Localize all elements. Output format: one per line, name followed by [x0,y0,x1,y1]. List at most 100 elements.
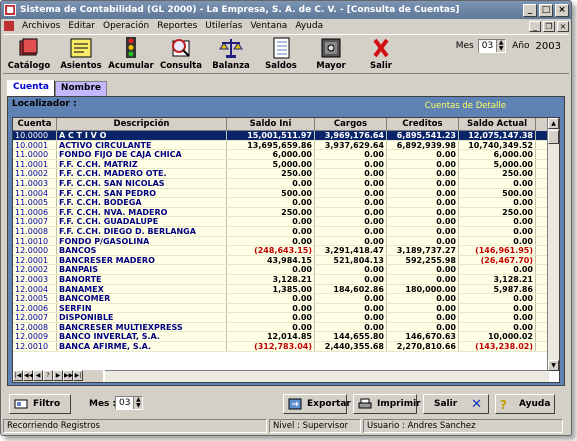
child-minimize-button[interactable]: _ [529,20,541,32]
document-icon [4,21,14,31]
imprimir-button[interactable]: Imprimir [353,394,421,414]
table-cell: A C T I V O [57,131,227,140]
table-row[interactable]: 12.0003 BANORTE 3,128.21 0.00 0.00 3,128.21 [13,274,549,285]
table-row[interactable]: 11.0006 F.F. C.CH. NVA. MADERO 250.00 0.00 0… [13,207,549,218]
table-cell: 0.00 [459,303,536,313]
filtro-button[interactable]: Filtro [9,394,71,414]
menu-editar[interactable]: Editar [64,21,99,31]
nav-prev-icon[interactable]: ◀ [33,370,43,381]
salir-button[interactable]: Salir ✕ [423,394,489,414]
nav-next-icon[interactable]: ▶ [53,370,63,381]
table-row[interactable]: 12.0001 BANCRESER MADERO 43,984.15 521,804.… [13,255,549,266]
table-cell: F.F. C.CH. BODEGA [57,198,227,207]
child-restore-button[interactable]: ❐ [543,20,555,32]
balanza-button[interactable]: Balanza [207,35,255,73]
table-cell: FONDO FIJO DE CAJA CHICA [57,150,227,159]
mayor-button[interactable]: Mayor [307,35,355,73]
menu-utilerias[interactable]: Utilerías [201,21,246,31]
consulta-button[interactable]: Consulta [157,35,205,73]
table-cell: 11.0006 [13,207,57,217]
accounts-panel: Localizador : Cuentas de Detalle Cuenta … [7,96,565,386]
table-row[interactable]: 11.0003 F.F. C.CH. SAN NICOLAS 0.00 0.00 0.0… [13,178,549,189]
nav-search-icon[interactable]: ? [43,370,53,381]
col-saldo-ini[interactable]: Saldo Ini [227,118,315,131]
minimize-button[interactable]: _ [523,3,537,17]
red-x-icon [369,37,393,59]
table-cell: 250.00 [227,169,315,178]
table-cell: 12.0005 [13,294,57,303]
menu-operacion[interactable]: Operación [99,21,153,31]
spin-arrows-icon[interactable]: ▲ ▼ [496,40,506,52]
nav-last-icon[interactable]: ▶| [73,370,83,381]
menu-archivos[interactable]: Archivos [18,21,64,31]
status-message: Recorriendo Registros [3,419,267,433]
maximize-button[interactable]: □ [539,3,553,17]
table-row[interactable]: 11.0001 F.F. C.CH. MATRIZ 5,000.00 0.00 0.00… [13,159,549,170]
tab-nombre[interactable]: Nombre [54,81,107,96]
close-button[interactable]: × [555,3,569,17]
col-saldo-actual[interactable]: Saldo Actual [459,118,536,131]
table-row[interactable]: 12.0004 BANAMEX 1,385.00 184,602.86 180,000.… [13,284,549,295]
table-cell: 3,128.21 [227,274,315,284]
table-row[interactable]: 12.0010 BANCA AFIRME, S.A. (312,783.04) 2,4… [13,342,549,352]
horizontal-scrollbar[interactable] [105,370,549,382]
scroll-down-icon[interactable]: ▼ [548,360,559,371]
ayuda-button[interactable]: ? Ayuda [495,394,555,414]
nav-prev-page-icon[interactable]: ◀◀ [23,370,33,381]
table-row[interactable]: 11.0004 F.F. C.CH. SAN PEDRO 500.00 0.00 0.0… [13,188,549,199]
scroll-thumb[interactable] [548,130,559,144]
table-row[interactable]: 12.0005 BANCOMER 0.00 0.00 0.00 0.00 [13,294,549,304]
table-row[interactable]: 11.0000 FONDO FIJO DE CAJA CHICA 6,000.00 0… [13,150,549,160]
nav-first-icon[interactable]: |◀ [13,370,23,381]
table-cell: 0.00 [459,178,536,188]
table-cell: 11.0008 [13,226,57,236]
table-row[interactable]: 12.0009 BANCO INVERLAT, S.A. 12,014.85 144,… [13,332,549,343]
table-row[interactable]: 11.0002 F.F. C.CH. MADERO OTE. 250.00 0.00 0… [13,169,549,179]
child-close-button[interactable]: × [557,20,569,32]
menu-ventana[interactable]: Ventana [246,21,291,31]
salir-toolbar-button[interactable]: Salir [357,35,405,73]
table-row[interactable]: 12.0000 BANCOS (248,643.15) 3,291,418.47 3,1… [13,246,549,256]
table-row[interactable]: 11.0005 F.F. C.CH. BODEGA 0.00 0.00 0.00 0.00 [13,198,549,208]
accounts-grid[interactable]: Cuenta Descripción Saldo Ini Cargos Cred… [12,117,560,383]
table-cell: 12.0004 [13,284,57,294]
vertical-scrollbar[interactable]: ▲ ▼ [547,118,559,371]
col-descripcion[interactable]: Descripción [57,118,227,131]
col-creditos[interactable]: Creditos [387,118,459,131]
mes-spinner[interactable]: 03 ▲ ▼ [477,39,507,53]
tab-cuenta[interactable]: Cuenta [7,80,55,96]
table-cell: 10.0000 [13,131,57,140]
nav-next-page-icon[interactable]: ▶▶ [63,370,73,381]
grid-header: Cuenta Descripción Saldo Ini Cargos Cred… [13,118,549,131]
col-cuenta[interactable]: Cuenta [13,118,57,131]
col-cargos[interactable]: Cargos [315,118,387,131]
table-row[interactable]: 10.0001 ACTIVO CIRCULANTE 13,695,659.86 3,9… [13,140,549,151]
table-row[interactable]: 11.0008 F.F. C.CH. DIEGO D. BERLANGA 0.00 0… [13,226,549,237]
table-cell: 1,385.00 [227,284,315,294]
acumular-button[interactable]: Acumular [107,35,155,73]
menu-ayuda[interactable]: Ayuda [291,21,327,31]
table-cell: 5,000.00 [459,159,536,169]
table-row[interactable]: 12.0008 BANCRESER MULTIEXPRESS 0.00 0.00 0.0… [13,322,549,333]
bottom-mes-spinner[interactable]: 03 ▲ ▼ [115,396,144,410]
table-row[interactable]: 12.0007 DISPONIBLE 0.00 0.00 0.00 0.00 [13,313,549,323]
table-cell: BANCO INVERLAT, S.A. [57,332,227,342]
exportar-button[interactable]: Exportar [283,394,351,414]
table-cell: 2,440,355.68 [315,342,387,351]
table-row[interactable]: 12.0002 BANPAIS 0.00 0.00 0.00 0.00 [13,265,549,275]
spin-arrows-icon[interactable]: ▲ ▼ [133,397,143,409]
catalogo-button[interactable]: Catálogo [5,35,53,73]
table-cell: 12.0006 [13,303,57,313]
table-row[interactable]: 12.0006 SERFIN 0.00 0.00 0.00 0.00 [13,303,549,314]
scroll-up-icon[interactable]: ▲ [548,118,559,129]
table-cell: 0.00 [315,303,387,313]
table-row[interactable]: 11.0007 F.F. C.CH. GUADALUPE 0.00 0.00 0.00 0… [13,217,549,227]
table-cell: (146,961.95) [459,246,536,255]
tab-strip: Cuenta Nombre [7,80,107,96]
saldos-button[interactable]: Saldos [257,35,305,73]
table-row[interactable]: 11.0010 FONDO P/GASOLINA 0.00 0.00 0.00 0.00 [13,236,549,247]
menu-reportes[interactable]: Reportes [153,21,201,31]
table-row[interactable]: 10.0000 A C T I V O 15,001,511.97 3,969,176… [13,131,549,141]
table-cell: F.F. C.CH. GUADALUPE [57,217,227,226]
asientos-button[interactable]: Asientos [57,35,105,73]
